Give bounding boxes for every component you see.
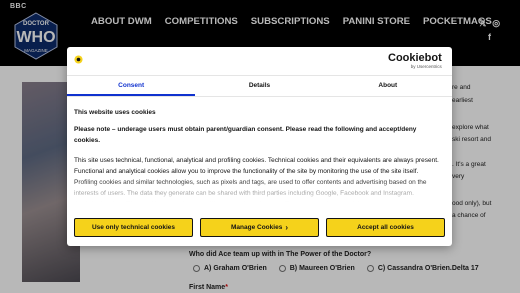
tab-details[interactable]: Details <box>195 76 323 96</box>
consent-heading: This website uses cookies <box>74 109 156 116</box>
consent-body: This website uses cookies Please note – … <box>74 109 442 202</box>
manage-cookies-button[interactable]: Manage Cookies › <box>200 218 319 237</box>
button-label: Accept all cookies <box>357 224 414 231</box>
consent-buttons: Use only technical cookies Manage Cookie… <box>74 218 445 237</box>
brand-name: Cookiebot <box>388 52 442 64</box>
consent-description: This site uses technical, functional, an… <box>74 157 439 202</box>
cookiebot-swirl-icon <box>74 55 83 64</box>
button-label: Use only technical cookies <box>91 224 176 231</box>
cookie-consent-dialog: Cookiebot by Usercentrics Consent Detail… <box>67 47 452 246</box>
consent-tabs: Consent Details About <box>67 75 452 97</box>
button-label: Manage Cookies <box>231 224 283 231</box>
consent-warning: Please note – underage users must obtain… <box>74 126 417 144</box>
tab-consent[interactable]: Consent <box>67 76 196 96</box>
brand-sub: by Usercentrics <box>410 64 442 69</box>
accept-all-cookies-button[interactable]: Accept all cookies <box>326 218 445 237</box>
tab-about[interactable]: About <box>324 76 452 96</box>
chevron-right-icon: › <box>285 223 288 232</box>
cookiebot-logo: Cookiebot by Usercentrics <box>388 52 442 70</box>
use-technical-cookies-button[interactable]: Use only technical cookies <box>74 218 193 237</box>
